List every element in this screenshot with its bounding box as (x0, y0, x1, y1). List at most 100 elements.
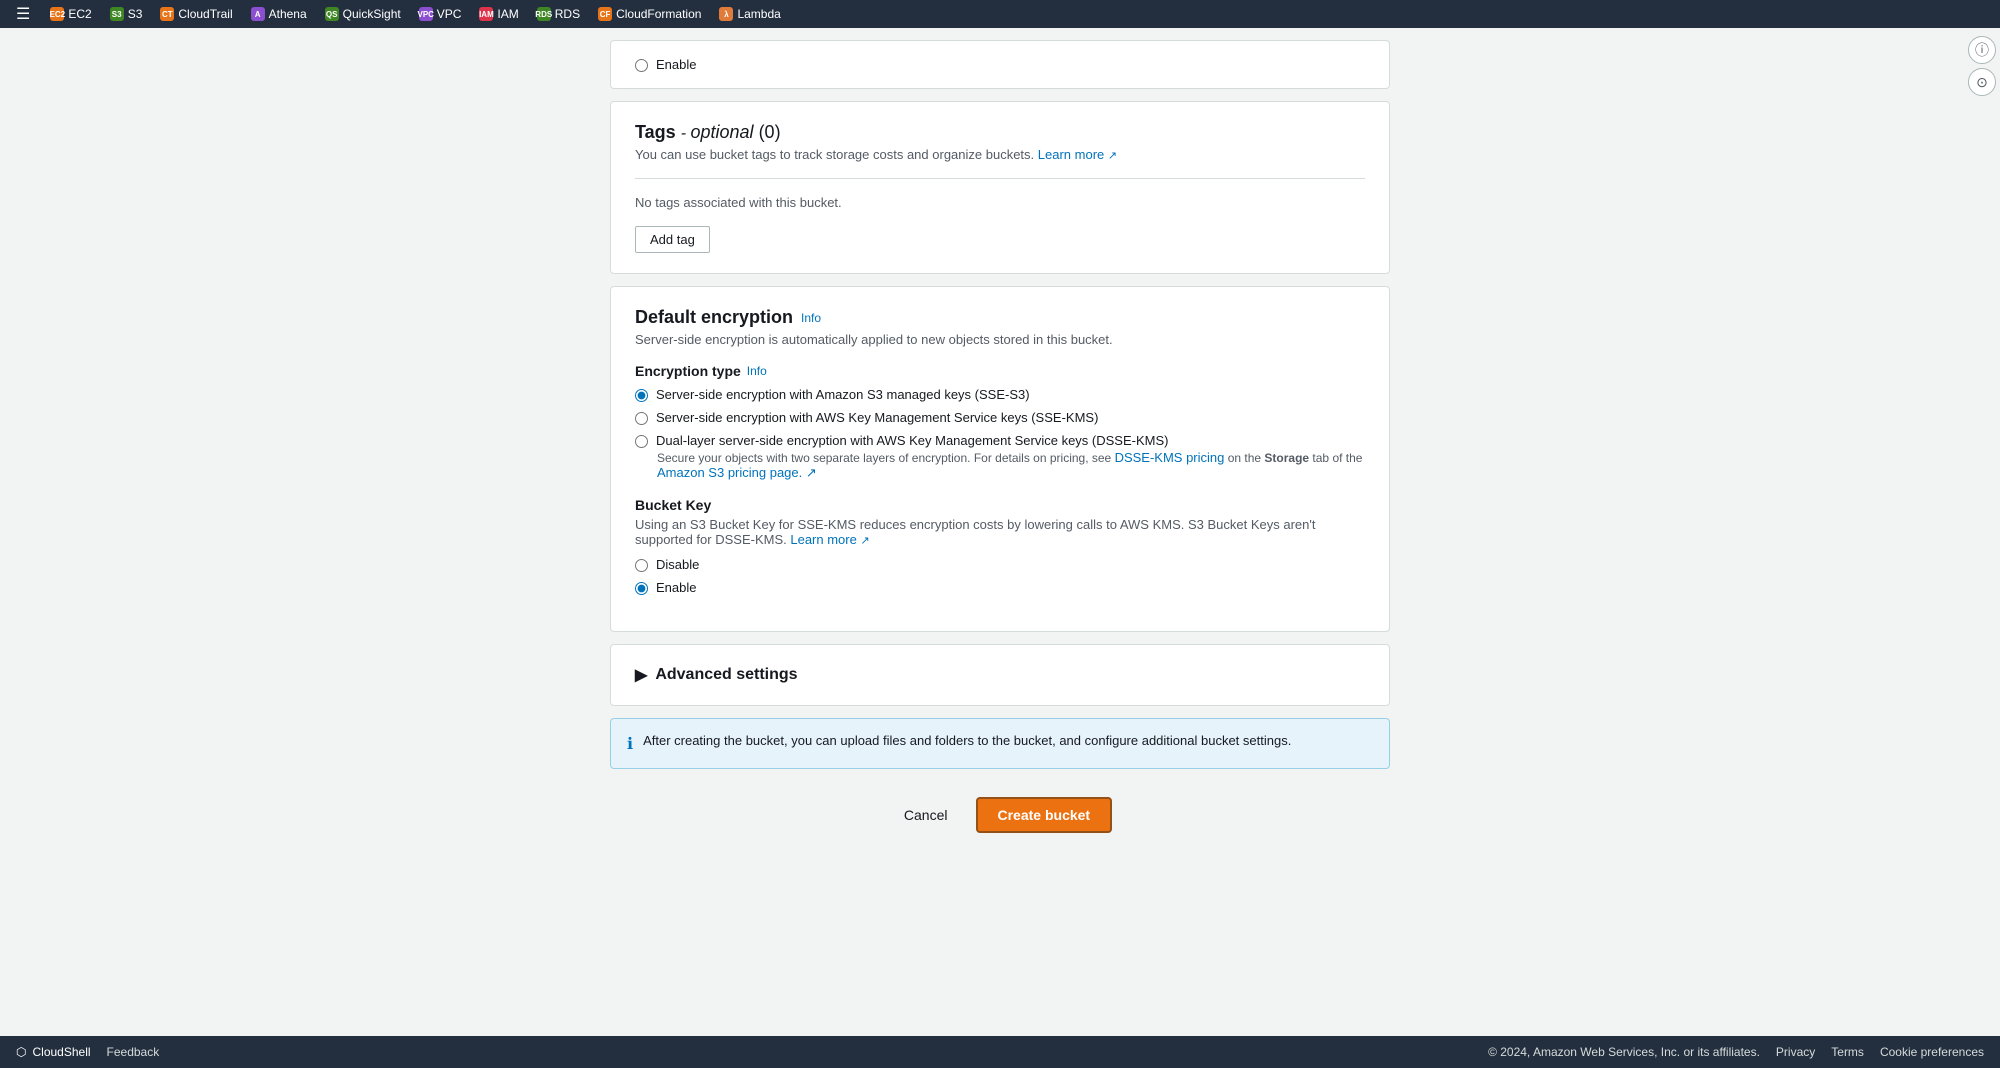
add-tag-button[interactable]: Add tag (635, 226, 710, 253)
iam-nav-label: IAM (497, 7, 518, 21)
cloudtrail-nav-icon: CT (160, 7, 174, 21)
encryption-radio-group: Server-side encryption with Amazon S3 ma… (635, 387, 1365, 481)
lambda-nav-icon: λ (719, 7, 733, 21)
bucket-key-description: Using an S3 Bucket Key for SSE-KMS reduc… (635, 517, 1365, 547)
cloudshell-button[interactable]: ⬡ CloudShell (16, 1045, 91, 1059)
bucket-key-section: Bucket Key Using an S3 Bucket Key for SS… (635, 497, 1365, 595)
encryption-option-sse-s3: Server-side encryption with Amazon S3 ma… (635, 387, 1365, 402)
tags-title: Tags - optional (0) (635, 122, 1365, 143)
cloudtrail-nav-label: CloudTrail (178, 7, 232, 21)
encryption-section: Default encryption Info Server-side encr… (610, 286, 1390, 632)
nav-item-ec2[interactable]: EC2EC2 (42, 5, 99, 23)
bucket-key-title: Bucket Key (635, 497, 1365, 513)
encryption-radio-sse-kms[interactable] (635, 412, 648, 425)
vpc-nav-label: VPC (437, 7, 462, 21)
advanced-toggle-label: Advanced settings (655, 666, 797, 684)
encryption-option-sse-kms: Server-side encryption with AWS Key Mana… (635, 410, 1365, 425)
terms-link[interactable]: Terms (1831, 1045, 1864, 1059)
dsse-pricing-label: DSSE-KMS pricing (1115, 450, 1225, 465)
advanced-settings-section: ▶ Advanced settings (610, 644, 1390, 706)
nav-item-lambda[interactable]: λ Lambda (711, 5, 788, 23)
encryption-type-info[interactable]: Info (747, 364, 767, 378)
encryption-radio-row-sse-kms: Server-side encryption with AWS Key Mana… (635, 410, 1365, 425)
footer-right: © 2024, Amazon Web Services, Inc. or its… (1488, 1045, 1984, 1059)
storage-tab-label: Storage (1264, 451, 1309, 465)
advanced-settings-toggle[interactable]: ▶ Advanced settings (635, 665, 1365, 685)
cookie-link[interactable]: Cookie preferences (1880, 1045, 1984, 1059)
quicksight-nav-label: QuickSight (343, 7, 401, 21)
encryption-radio-dsse-kms[interactable] (635, 435, 648, 448)
lambda-nav-label: Lambda (737, 7, 780, 21)
encryption-description: Server-side encryption is automatically … (635, 332, 1365, 347)
encryption-option-dsse-kms: Dual-layer server-side encryption with A… (635, 433, 1365, 481)
athena-nav-label: Athena (269, 7, 307, 21)
nav-item-vpc[interactable]: VPC VPC (411, 5, 470, 23)
s3-pricing-label: Amazon S3 pricing page. (657, 465, 802, 480)
main-wrapper: Enable Tags - optional (0) You can use b… (0, 28, 2000, 1036)
vpc-nav-icon: VPC (419, 7, 433, 21)
encryption-label-dsse-kms: Dual-layer server-side encryption with A… (656, 433, 1168, 448)
help-icon[interactable]: ⓘ (1968, 36, 1996, 64)
encryption-sub-dsse-kms: Secure your objects with two separate la… (657, 450, 1365, 481)
cloudshell-icon: ⬡ (16, 1045, 26, 1059)
tags-learn-more-link[interactable]: Learn more ↗ (1038, 147, 1117, 162)
bucket-key-disable-item: Disable (635, 557, 1365, 572)
tags-description: You can use bucket tags to track storage… (635, 147, 1365, 162)
top-enable-label: Enable (656, 57, 696, 72)
cancel-button[interactable]: Cancel (888, 799, 964, 831)
top-navigation: ☰ EC2EC2 S3 S3 CT CloudTrail A Athena QSQuickSi… (0, 0, 2000, 28)
info-banner-icon: ℹ (627, 734, 633, 754)
actions-row: Cancel Create bucket (610, 781, 1390, 857)
bucket-key-disable-label: Disable (656, 557, 699, 572)
nav-item-s3[interactable]: S3 S3 (102, 5, 151, 23)
learn-more-external-icon: ↗ (1108, 150, 1117, 162)
nav-item-athena[interactable]: A Athena (243, 5, 315, 23)
athena-nav-icon: A (251, 7, 265, 21)
bucket-key-enable-radio[interactable] (635, 582, 648, 595)
bucket-key-disable-radio[interactable] (635, 559, 648, 572)
bucket-key-radio-group: Disable Enable (635, 557, 1365, 595)
encryption-radio-sse-s3[interactable] (635, 389, 648, 402)
nav-item-quicksight[interactable]: QSQuickSight (317, 5, 409, 23)
dsse-pricing-link[interactable]: DSSE-KMS pricing (1115, 450, 1225, 465)
encryption-radio-row-dsse-kms: Dual-layer server-side encryption with A… (635, 433, 1365, 448)
nav-item-cloudformation[interactable]: CF CloudFormation (590, 5, 709, 23)
cloudformation-nav-icon: CF (598, 7, 612, 21)
nav-item-cloudtrail[interactable]: CT CloudTrail (152, 5, 240, 23)
cloudformation-nav-label: CloudFormation (616, 7, 701, 21)
encryption-label-sse-kms: Server-side encryption with AWS Key Mana… (656, 410, 1098, 425)
s3-pricing-link[interactable]: Amazon S3 pricing page. ↗ (657, 465, 817, 480)
bucket-key-external-icon: ↗ (860, 535, 869, 547)
feedback-link[interactable]: Feedback (107, 1045, 160, 1059)
no-tags-text: No tags associated with this bucket. (635, 195, 1365, 210)
rds-nav-label: RDS (555, 7, 580, 21)
nav-item-rds[interactable]: RDS RDS (529, 5, 588, 23)
top-enable-radio[interactable] (635, 59, 648, 72)
nav-item-iam[interactable]: IAM IAM (471, 5, 526, 23)
ec2-nav-label: EC2 (68, 7, 91, 21)
rds-nav-icon: RDS (537, 7, 551, 21)
encryption-info-badge[interactable]: Info (801, 311, 821, 325)
s3-nav-label: S3 (128, 7, 143, 21)
encryption-title: Default encryption Info (635, 307, 1365, 328)
enable-radio-item: Enable (635, 57, 1365, 72)
tags-section: Tags - optional (0) You can use bucket t… (610, 101, 1390, 274)
create-bucket-button[interactable]: Create bucket (976, 797, 1113, 833)
info-banner: ℹ After creating the bucket, you can upl… (610, 718, 1390, 769)
privacy-link[interactable]: Privacy (1776, 1045, 1815, 1059)
bucket-key-enable-item: Enable (635, 580, 1365, 595)
encryption-type-label: Encryption type Info (635, 363, 1365, 379)
copyright-text: © 2024, Amazon Web Services, Inc. or its… (1488, 1045, 1760, 1059)
tags-divider (635, 178, 1365, 179)
settings-icon[interactable]: ⊙ (1968, 68, 1996, 96)
s3-pricing-external-icon: ↗ (806, 465, 817, 480)
menu-icon[interactable]: ☰ (8, 4, 38, 24)
bucket-key-learn-more[interactable]: Learn more ↗ (790, 532, 869, 547)
iam-nav-icon: IAM (479, 7, 493, 21)
cloudshell-label: CloudShell (32, 1045, 90, 1059)
footer: ⬡ CloudShell Feedback © 2024, Amazon Web… (0, 1036, 2000, 1068)
advanced-expand-icon: ▶ (635, 665, 647, 685)
s3-nav-icon: S3 (110, 7, 124, 21)
partial-top-section: Enable (610, 40, 1390, 89)
tags-title-text: Tags - optional (0) (635, 122, 781, 143)
